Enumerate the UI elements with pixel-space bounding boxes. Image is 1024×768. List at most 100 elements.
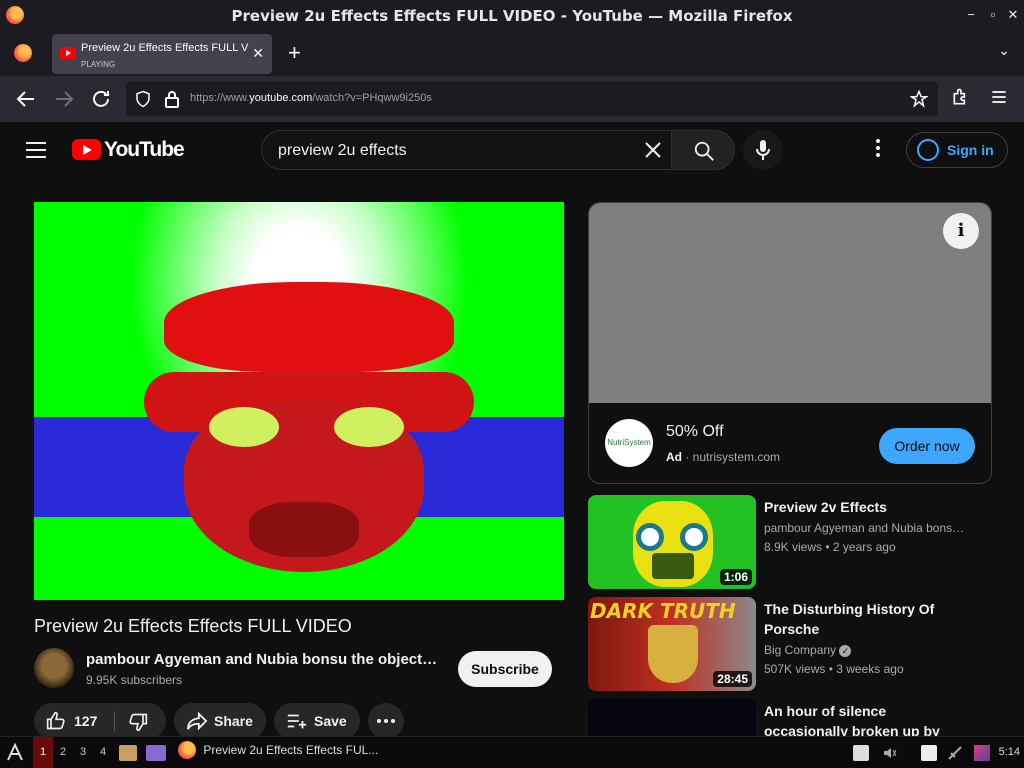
shield-icon[interactable] — [134, 90, 152, 108]
forward-arrow-icon — [56, 91, 74, 107]
channel-avatar[interactable] — [34, 648, 74, 688]
view-count: 507K views — [764, 662, 826, 676]
lock-icon[interactable] — [164, 90, 180, 108]
recommendation-channel[interactable]: Big Company ✓ — [764, 643, 852, 657]
workspace-3[interactable]: 3 — [73, 737, 93, 768]
screenshot-tool-icon[interactable] — [974, 745, 990, 761]
url-text: https://www.youtube.com/watch?v=PHqww9i2… — [190, 92, 432, 104]
share-button[interactable]: Share — [174, 703, 266, 739]
terminal-icon[interactable] — [146, 745, 166, 761]
tab-title: Preview 2u Effects Effects FULL V — [81, 42, 249, 54]
hamburger-menu-icon — [992, 91, 1006, 103]
search-button[interactable] — [671, 130, 735, 170]
save-button[interactable]: Save — [274, 703, 360, 739]
ad-media[interactable] — [589, 203, 991, 403]
extensions-button[interactable] — [949, 87, 973, 111]
recommendation-item[interactable]: 1:06 Preview 2v Effects pambour Agyeman … — [588, 495, 992, 589]
like-icon[interactable] — [46, 711, 66, 731]
more-actions-button[interactable] — [368, 703, 404, 739]
list-all-tabs-button[interactable]: ⌄ — [998, 42, 1010, 59]
recommendation-channel[interactable]: pambour Agyeman and Nubia bons… — [764, 521, 964, 535]
app-menu-button[interactable] — [987, 87, 1011, 111]
forward-button[interactable] — [52, 87, 76, 111]
workspace-1[interactable]: 1 — [33, 737, 53, 768]
view-count: 8.9K views — [764, 540, 823, 554]
upload-age: 2 years ago — [832, 540, 896, 554]
thumbnail-text: DARK TRUTH — [590, 599, 736, 623]
video-player[interactable] — [34, 202, 564, 600]
close-window-button[interactable]: ✕ — [1004, 6, 1022, 24]
video-thumbnail[interactable]: 1:06 — [588, 495, 756, 589]
tab-youtube[interactable]: Preview 2u Effects Effects FULL V PLAYIN… — [52, 34, 272, 74]
file-manager-icon[interactable] — [119, 745, 137, 761]
clear-search-icon[interactable] — [643, 140, 663, 160]
workspace-2[interactable]: 2 — [53, 737, 73, 768]
youtube-favicon-icon — [60, 47, 76, 59]
task-title: Preview 2u Effects Effects FUL... — [203, 743, 379, 757]
recommendation-meta: 8.9K views • 2 years ago — [764, 540, 896, 554]
ad-card[interactable]: i NutriSystem 50% Off Ad · nutrisystem.c… — [588, 202, 992, 484]
navigation-bar: https://www.youtube.com/watch?v=PHqww9i2… — [0, 76, 1024, 122]
bookmark-star-icon[interactable] — [910, 90, 928, 108]
firefox-view-icon[interactable] — [14, 44, 32, 62]
like-count[interactable]: 127 — [74, 713, 97, 729]
sign-in-button[interactable]: Sign in — [906, 132, 1008, 168]
guide-menu-icon[interactable] — [26, 142, 46, 158]
minimize-button[interactable]: − — [962, 6, 980, 24]
drive-icon[interactable] — [853, 745, 869, 761]
new-tab-button[interactable]: + — [288, 40, 301, 66]
ad-label: Ad — [666, 450, 682, 464]
verified-check-icon: ✓ — [839, 645, 852, 657]
share-label: Share — [214, 713, 253, 729]
order-now-button[interactable]: Order now — [879, 428, 975, 464]
porsche-crest-icon — [648, 625, 698, 683]
video-duration: 28:45 — [713, 671, 752, 687]
voice-search-button[interactable] — [743, 130, 783, 170]
youtube-logo-icon[interactable] — [72, 139, 101, 160]
clock: 5:14 — [998, 746, 1020, 758]
add-to-playlist-icon — [287, 714, 307, 729]
video-thumbnail[interactable] — [588, 699, 756, 736]
workspace-4[interactable]: 4 — [93, 737, 113, 768]
recommendation-title[interactable]: Preview 2v Effects — [764, 497, 974, 517]
search-icon — [694, 141, 714, 161]
firefox-task-icon — [178, 741, 196, 759]
dislike-icon[interactable] — [128, 712, 148, 732]
video-thumbnail[interactable]: DARK TRUTH 28:45 — [588, 597, 756, 691]
save-label: Save — [314, 713, 347, 729]
recommendation-item[interactable]: An hour of silence occasionally broken u… — [588, 699, 992, 736]
clipboard-icon[interactable] — [921, 745, 937, 761]
channel-name[interactable]: pambour Agyeman and Nubia bonsu the obje… — [86, 651, 436, 668]
url-path: /watch?v=PHqww9i250s — [312, 92, 432, 104]
back-button[interactable] — [14, 87, 38, 111]
subscribe-button[interactable]: Subscribe — [458, 651, 552, 687]
start-menu-icon[interactable] — [4, 742, 26, 764]
microphone-icon — [756, 140, 770, 160]
youtube-header: YouTube preview 2u effects Sign in — [0, 122, 1024, 178]
recommendation-item[interactable]: DARK TRUTH 28:45 The Disturbing History … — [588, 597, 992, 691]
volume-icon[interactable] — [882, 745, 898, 761]
search-input[interactable]: preview 2u effects — [261, 130, 671, 170]
ad-source: Ad · nutrisystem.com — [666, 450, 780, 464]
recommendation-title[interactable]: The Disturbing History Of Porsche — [764, 599, 974, 639]
settings-more-icon[interactable] — [868, 138, 888, 162]
video-duration: 1:06 — [719, 569, 752, 585]
youtube-wordmark[interactable]: YouTube — [104, 138, 185, 162]
advertiser-logo: NutriSystem — [605, 419, 653, 467]
taskbar-firefox-task[interactable]: Preview 2u Effects Effects FUL... — [178, 741, 378, 765]
maximize-button[interactable]: ▫ — [984, 6, 1002, 24]
url-prefix: https://www. — [190, 92, 250, 104]
puzzle-icon — [953, 88, 966, 105]
window-title: Preview 2u Effects Effects FULL VIDEO - … — [231, 7, 793, 25]
tab-strip: Preview 2u Effects Effects FULL V PLAYIN… — [0, 30, 1024, 76]
upload-age: 3 weeks ago — [836, 662, 904, 676]
tab-playing-status: PLAYING — [81, 60, 116, 69]
recommendation-title[interactable]: An hour of silence occasionally broken u… — [764, 701, 974, 736]
network-disconnected-icon[interactable] — [947, 745, 963, 761]
back-arrow-icon — [16, 91, 34, 107]
address-bar[interactable]: https://www.youtube.com/watch?v=PHqww9i2… — [126, 82, 938, 116]
tab-close-icon[interactable]: ✕ — [252, 45, 264, 62]
reload-button[interactable] — [89, 87, 113, 111]
sign-in-label: Sign in — [947, 142, 994, 158]
ad-info-icon[interactable]: i — [943, 213, 979, 249]
